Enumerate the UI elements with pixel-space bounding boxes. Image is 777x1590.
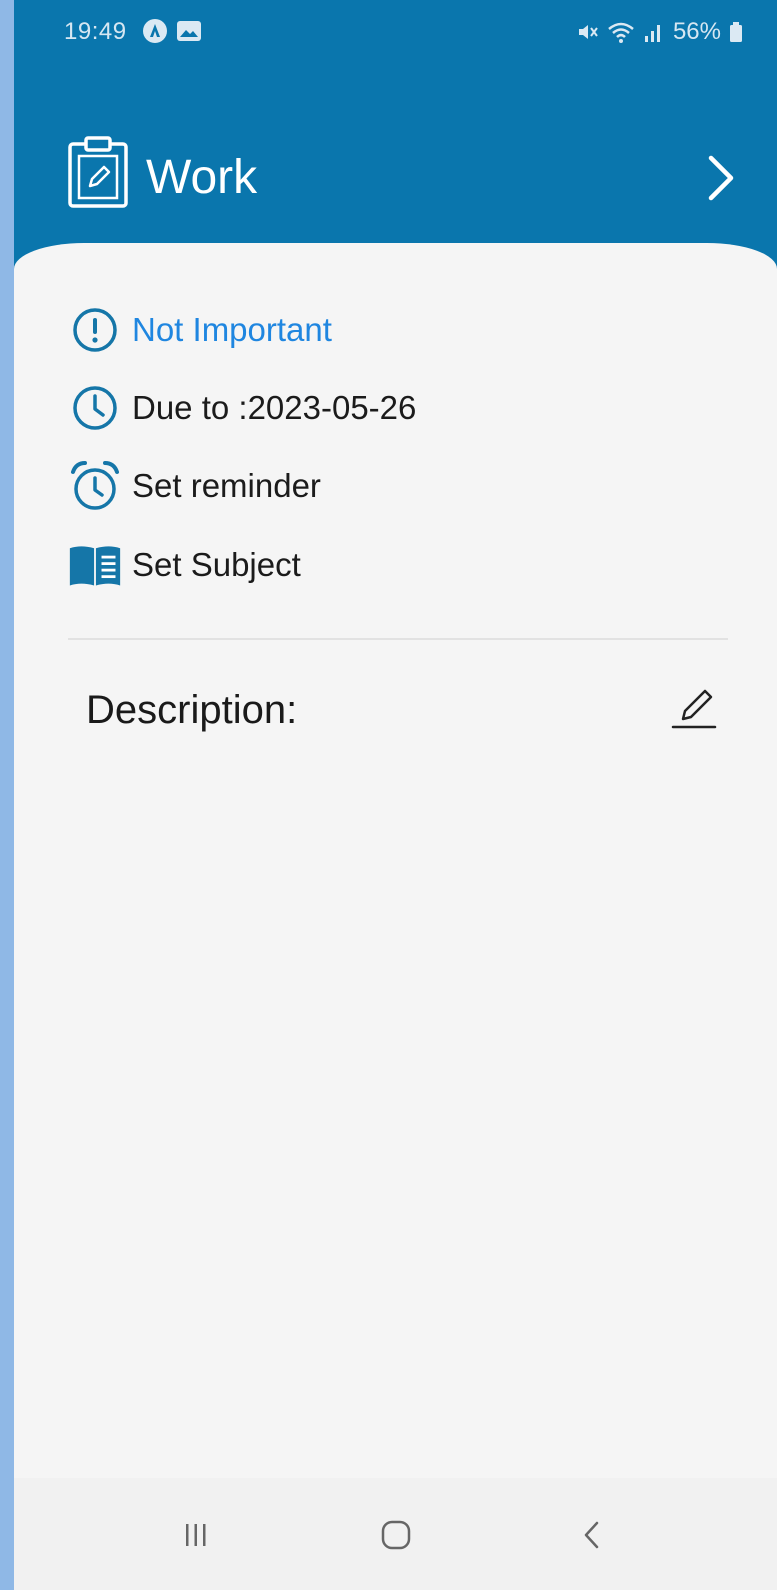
task-details-card: Not Important Due to :2023-05-26 Set rem…	[14, 243, 777, 1590]
status-notification-icons	[142, 18, 202, 44]
clock-icon	[68, 381, 122, 435]
exclamation-circle-icon	[68, 303, 122, 357]
battery-percent: 56%	[672, 18, 721, 45]
alarm-clock-icon	[68, 459, 122, 513]
importance-toggle[interactable]: Not Important	[68, 303, 332, 357]
due-date-row[interactable]: Due to :2023-05-26	[68, 381, 416, 435]
status-right-group: 56%	[575, 18, 743, 46]
battery-icon	[730, 22, 742, 42]
list-header: Work	[14, 130, 777, 230]
mute-icon	[578, 25, 598, 39]
home-icon	[381, 1520, 411, 1550]
status-time: 19:49	[64, 18, 127, 45]
due-date-label: Due to :2023-05-26	[132, 389, 417, 426]
back-icon	[584, 1521, 599, 1549]
set-subject-label: Set Subject	[132, 546, 301, 583]
pencil-icon[interactable]	[669, 683, 719, 733]
page-title: Work	[146, 151, 258, 204]
set-reminder-row[interactable]: Set reminder	[68, 459, 321, 513]
description-label: Description:	[86, 688, 298, 732]
signal-icon	[644, 25, 660, 42]
home-button[interactable]	[366, 1510, 426, 1560]
set-reminder-label: Set reminder	[132, 467, 321, 504]
back-button[interactable]	[562, 1510, 622, 1560]
system-navigation-bar	[14, 1478, 777, 1590]
recent-apps-button[interactable]	[166, 1510, 226, 1560]
wifi-icon	[608, 22, 634, 43]
book-icon	[68, 538, 122, 592]
set-subject-row[interactable]: Set Subject	[68, 538, 301, 592]
clipboard-edit-icon	[68, 136, 128, 208]
image-notification-icon	[177, 21, 201, 41]
importance-label: Not Important	[132, 311, 332, 348]
recent-apps-icon	[186, 1524, 206, 1546]
status-bar: 19:49 56%	[14, 0, 777, 62]
app-notification-icon	[143, 19, 167, 43]
section-divider	[68, 638, 728, 640]
chevron-right-icon[interactable]	[699, 152, 743, 204]
phone-screen: 19:49 56% Work Not Important Due to:202…	[14, 0, 777, 1590]
